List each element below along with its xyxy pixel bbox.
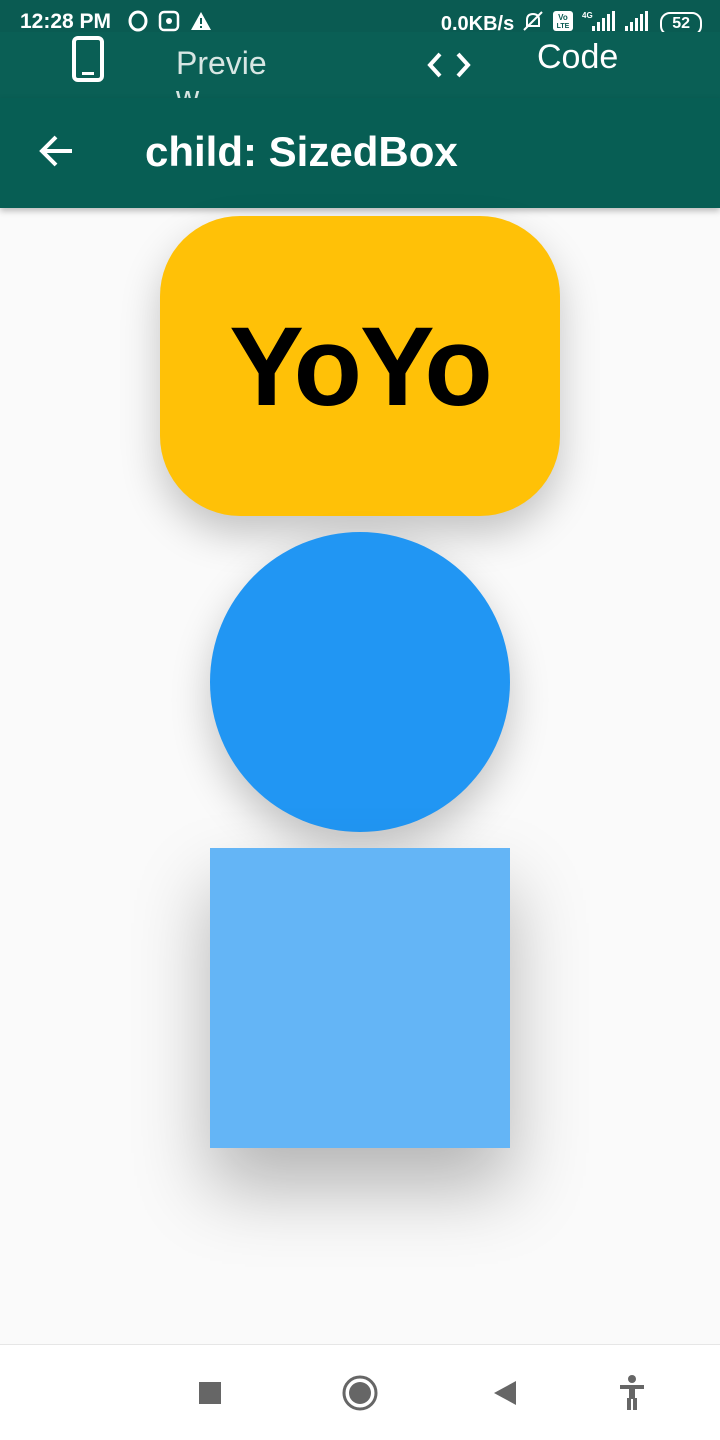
status-time: 12:28 PM bbox=[20, 10, 112, 33]
yoyo-container: YoYo bbox=[160, 216, 560, 516]
svg-text:4G: 4G bbox=[582, 11, 593, 20]
svg-text:LTE: LTE bbox=[557, 23, 570, 30]
navigation-bar bbox=[0, 1344, 720, 1440]
recents-square-icon[interactable] bbox=[188, 1371, 232, 1415]
svg-text:Vo: Vo bbox=[558, 13, 568, 22]
tab-code[interactable]: Code bbox=[537, 38, 618, 77]
accessibility-icon[interactable] bbox=[610, 1371, 654, 1415]
arrow-back-icon[interactable] bbox=[36, 131, 76, 171]
page-title: child: SizedBox bbox=[145, 128, 458, 175]
phone-icon[interactable] bbox=[70, 36, 106, 82]
code-icon[interactable] bbox=[426, 42, 472, 88]
blue-circle bbox=[210, 532, 510, 832]
tab-bar: Preview Code bbox=[0, 32, 720, 114]
light-blue-square bbox=[210, 848, 510, 1148]
yoyo-text: YoYo bbox=[229, 303, 493, 429]
app-bar: child: SizedBox bbox=[0, 98, 720, 208]
home-circle-icon[interactable] bbox=[338, 1371, 382, 1415]
back-triangle-icon[interactable] bbox=[484, 1371, 528, 1415]
